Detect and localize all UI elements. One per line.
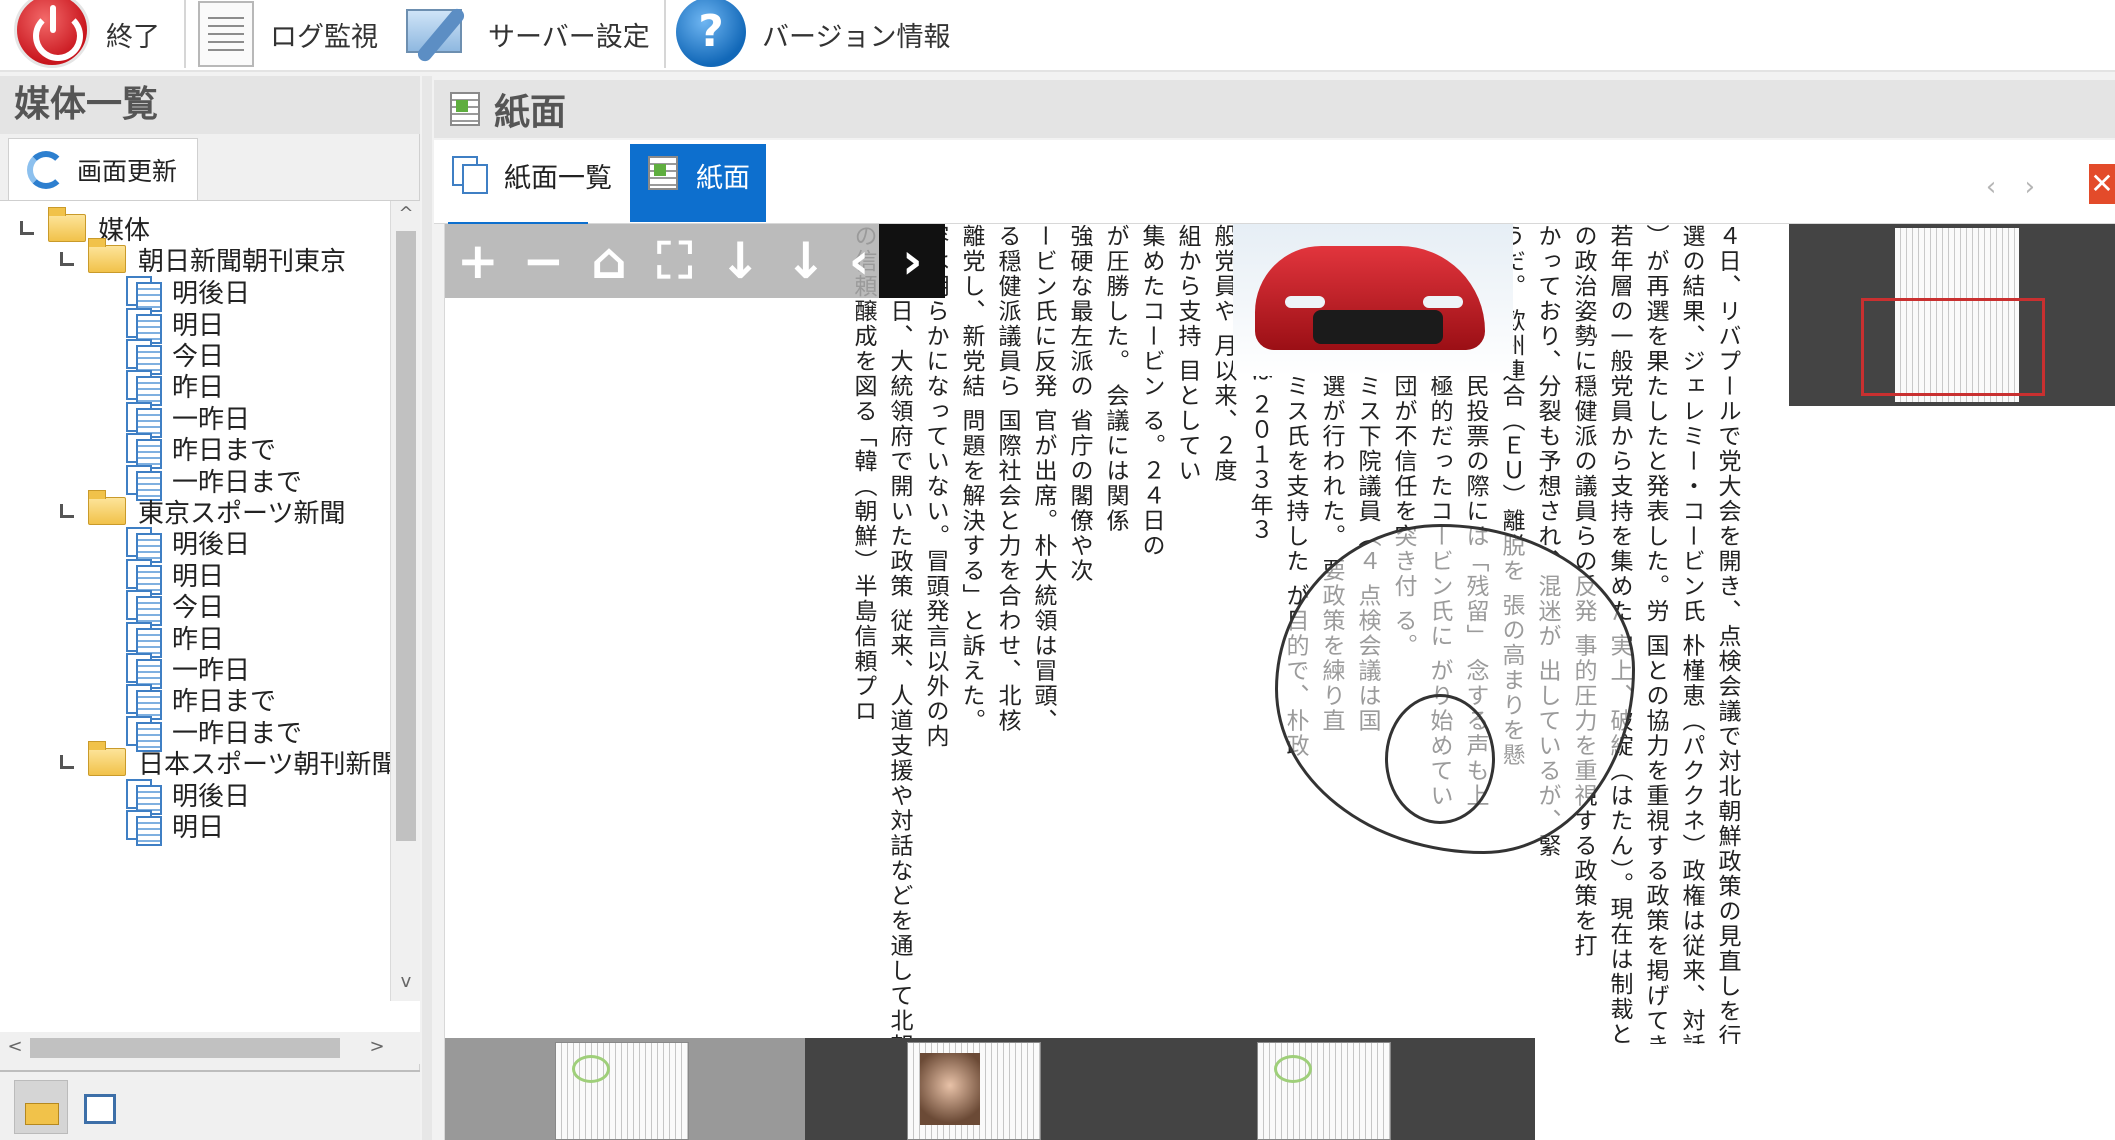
media-folder-view-button[interactable] bbox=[14, 1080, 68, 1134]
refresh-button[interactable]: 画面更新 bbox=[8, 138, 198, 200]
tab-label: 紙面一覧 bbox=[504, 163, 612, 194]
article-column: 強硬な最左派の 省庁の閣僚や次 bbox=[1066, 224, 1092, 584]
pages-icon bbox=[452, 156, 488, 194]
folder-open-icon bbox=[88, 741, 126, 776]
media-list-title: 媒体一覧 bbox=[0, 76, 420, 134]
collapse-toggle-icon[interactable] bbox=[60, 755, 74, 769]
log-monitor-label: ログ監視 bbox=[270, 21, 378, 53]
tree-horizontal-scrollbar[interactable]: < > bbox=[0, 1032, 420, 1064]
window-icon bbox=[84, 1094, 116, 1124]
page-title: 紙面 bbox=[494, 92, 567, 133]
download-all-button[interactable]: ↓ bbox=[773, 224, 839, 298]
tab-scroll-arrows[interactable]: ‹ › bbox=[1986, 172, 2035, 202]
page-icon bbox=[648, 156, 678, 190]
refresh-icon bbox=[27, 150, 65, 189]
tree-item-label: 明日 bbox=[172, 812, 225, 843]
power-icon bbox=[14, 0, 90, 68]
page-thumbnail[interactable] bbox=[555, 1042, 689, 1140]
collapse-toggle-icon[interactable] bbox=[20, 221, 34, 235]
article-column: ービン氏に反発 官が出席。朴大統領は冒頭、 bbox=[1030, 224, 1056, 734]
toolbar-divider bbox=[184, 0, 186, 68]
previous-page-button[interactable]: ‹ bbox=[839, 224, 880, 298]
tree-vertical-scrollbar[interactable]: ^ v bbox=[390, 201, 420, 1001]
refresh-label: 画面更新 bbox=[77, 156, 178, 186]
article-column: 離党し、新党結 問題を解決する」と訴えた。 bbox=[958, 224, 984, 734]
server-settings-icon bbox=[404, 1, 478, 67]
tab-label: 紙面 bbox=[696, 163, 750, 194]
version-info-button[interactable]: ? バージョン情報 bbox=[676, 0, 950, 68]
car-photo bbox=[1233, 224, 1513, 376]
server-settings-label: サーバー設定 bbox=[488, 21, 650, 53]
navigator-minimap[interactable] bbox=[1789, 224, 2115, 406]
help-icon: ? bbox=[676, 0, 746, 67]
view-tabs: 紙面一覧 紙面 ‹ › ✕ bbox=[434, 140, 2115, 226]
page-icon bbox=[450, 92, 480, 126]
article-column: （２４日、大統領府で開いた政策 従来、人道支援や対話などを通して北朝鮮と bbox=[886, 224, 912, 1044]
minimap-viewport[interactable] bbox=[1861, 298, 2045, 396]
page-thumbnail[interactable] bbox=[1257, 1042, 1391, 1140]
page-view-header: 紙面 bbox=[434, 80, 2115, 138]
zoom-out-button[interactable]: − bbox=[511, 224, 577, 298]
home-button[interactable]: ⌂ bbox=[576, 224, 642, 298]
newspaper-page: ４日、リバプールで党大会を開き、点検会議で対北朝鮮政策の見直しを行った。 選の結… bbox=[745, 224, 1745, 1044]
scroll-right-icon[interactable]: > bbox=[362, 1036, 392, 1057]
tab-next-icon[interactable]: › bbox=[2025, 172, 2035, 202]
article-column: る穏健派議員ら 国際社会と力を合わせ、北核 bbox=[994, 224, 1020, 734]
tab-page-list[interactable]: 紙面一覧 bbox=[434, 144, 620, 226]
main-toolbar: 終了 ログ監視 サーバー設定 ? バージョン情報 bbox=[0, 0, 2115, 72]
page-thumbnail[interactable] bbox=[907, 1042, 1041, 1140]
folder-icon bbox=[25, 1103, 59, 1125]
exit-button[interactable]: 終了 bbox=[14, 0, 160, 68]
tab-prev-icon[interactable]: ‹ bbox=[1986, 172, 1996, 202]
log-monitor-button[interactable]: ログ監視 bbox=[198, 0, 378, 68]
version-info-label: バージョン情報 bbox=[762, 21, 951, 53]
scroll-left-icon[interactable]: < bbox=[0, 1036, 30, 1057]
article-column: 容は明らかになっていない。冒頭発言以外の内 bbox=[922, 224, 948, 749]
server-settings-button[interactable]: サーバー設定 bbox=[404, 0, 650, 68]
scrollbar-thumb[interactable] bbox=[30, 1038, 340, 1058]
folder-open-icon bbox=[88, 490, 126, 525]
exit-label: 終了 bbox=[106, 21, 160, 53]
article-column: 選の結果、ジェレミー・コービン氏 朴槿恵（パククネ）政権は従来、対話や周辺 bbox=[1678, 224, 1704, 1044]
collapse-toggle-icon[interactable] bbox=[60, 504, 74, 518]
highlight-outline bbox=[1385, 694, 1495, 824]
window-view-button[interactable] bbox=[72, 1080, 126, 1134]
download-button[interactable]: ↓ bbox=[707, 224, 773, 298]
media-list-pane: 媒体一覧 画面更新 媒体 朝日新聞朝刊東京 明後日 明日 今日 昨日 一昨日 昨… bbox=[0, 76, 420, 1140]
page-viewer[interactable]: ４日、リバプールで党大会を開き、点検会議で対北朝鮮政策の見直しを行った。 選の結… bbox=[444, 224, 2115, 1140]
article-column: が圧勝した。 会議には関係 bbox=[1102, 224, 1128, 534]
next-page-button[interactable]: › bbox=[879, 224, 946, 298]
article-column: 組から支持 目としてい bbox=[1174, 224, 1200, 484]
tree-item[interactable]: 明日 bbox=[124, 804, 224, 846]
pane-switcher bbox=[0, 1070, 420, 1140]
fullscreen-button[interactable]: ⛶ bbox=[642, 224, 708, 298]
viewer-toolbar: + − ⌂ ⛶ ↓ ↓ ‹ › bbox=[445, 224, 946, 298]
zoom-in-button[interactable]: + bbox=[445, 224, 511, 298]
collapse-toggle-icon[interactable] bbox=[60, 252, 74, 266]
pages-icon bbox=[124, 808, 162, 846]
article-column: の信頼醸成を図る「韓（朝鮮）半島信頼プロ bbox=[850, 224, 876, 724]
article-column: ）が再選を果たしたと発表した。労 国との協力を重視する政策を掲げてきたが事 bbox=[1642, 224, 1668, 1044]
scroll-down-icon[interactable]: v bbox=[391, 971, 420, 992]
article-column: 集めたコービン る。２４日の bbox=[1138, 224, 1164, 559]
toolbar-divider bbox=[664, 0, 666, 68]
media-tree: 媒体 朝日新聞朝刊東京 明後日 明日 今日 昨日 一昨日 昨日まで 一昨日まで … bbox=[0, 200, 420, 1032]
pane-splitter[interactable] bbox=[422, 76, 432, 1140]
scroll-up-icon[interactable]: ^ bbox=[391, 203, 420, 224]
tab-page[interactable]: 紙面 bbox=[630, 144, 766, 222]
scrollbar-thumb[interactable] bbox=[396, 231, 416, 841]
page-thumbnail-strip bbox=[445, 1038, 1535, 1140]
close-tab-button[interactable]: ✕ bbox=[2089, 164, 2115, 204]
folder-open-icon bbox=[88, 238, 126, 273]
article-column: ４日、リバプールで党大会を開き、点検会議で対北朝鮮政策の見直しを行った。 bbox=[1714, 224, 1740, 1044]
log-document-icon bbox=[198, 1, 254, 67]
